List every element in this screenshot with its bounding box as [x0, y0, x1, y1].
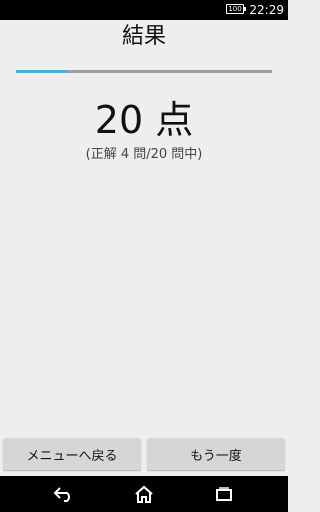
progress-fill [16, 70, 68, 73]
battery-icon: 100 [226, 4, 246, 14]
page-title: 結果 [121, 24, 166, 49]
back-nav-button[interactable] [44, 480, 84, 508]
status-bar: 100 22:29 [0, 0, 288, 20]
recent-apps-nav-button[interactable] [204, 480, 244, 508]
score-text: 20 点 [94, 98, 194, 142]
home-icon [135, 485, 153, 503]
status-clock: 22:29 [249, 3, 284, 17]
home-nav-button[interactable] [124, 480, 164, 508]
back-icon [53, 487, 70, 502]
recent-apps-icon [216, 487, 232, 501]
score-detail: (正解 4 問/20 問中) [85, 147, 203, 162]
progress-bar [16, 70, 272, 73]
retry-button[interactable]: もう一度 [147, 438, 285, 470]
navigation-bar [0, 476, 288, 512]
back-to-menu-button[interactable]: メニューへ戻る [3, 438, 141, 470]
battery-level: 100 [228, 5, 242, 13]
